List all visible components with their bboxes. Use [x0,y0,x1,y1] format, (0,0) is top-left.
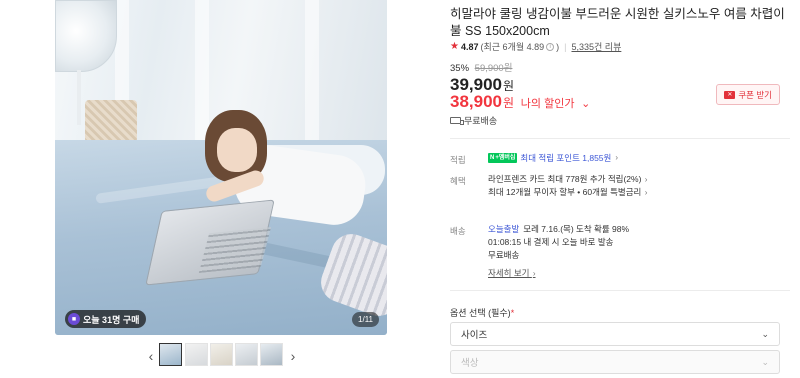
shipping-detail-link[interactable]: 자세히 보기 › [488,267,536,280]
rating-score: 4.87 [460,41,479,52]
shipping-arrival-info: 오늘출발 모레 7.16.(목) 도착 확률 98% [488,223,629,235]
benefit-label: 혜택 [450,176,466,186]
my-price-unit: 원 [503,96,515,110]
installment-benefit-text: 최대 12개월 무이자 할부 • 60개월 특별금리 [488,187,642,197]
free-shipping-info: 무료배송 [450,114,497,127]
option-section-title: 옵션 선택 (필수)* [450,306,514,319]
thumbnail[interactable] [260,343,283,366]
rating-row: ★ 4.87 (최근 6개월 4.89 i ) | 5,335건 리뷰 [450,40,621,53]
chevron-down-icon: ⌄ [761,356,769,367]
price-unit: 원 [503,79,515,93]
free-shipping-text: 무료배송 [464,116,498,126]
discount-row: 35% 59,900원 [450,60,512,74]
photo-fan-pole [77,70,81,125]
truck-icon [450,117,464,125]
thumbnail[interactable] [210,343,233,366]
next-thumbnail-button[interactable]: › [285,347,301,365]
original-price: 59,900원 [474,63,513,74]
shipping-label: 배송 [450,226,466,236]
photo-curtain [305,0,319,160]
today-dispatch-tag: 오늘출발 [488,224,520,234]
dispatch-countdown: 01:08:15 내 결제 시 오늘 바로 발송 [488,237,614,247]
rating-detail-end: ) [556,41,560,52]
required-mark: * [510,308,515,318]
size-select-label: 사이즈 [461,330,488,341]
purchase-count-text: 오늘 31명 구매 [83,314,140,325]
my-discount-price[interactable]: 38,900원 나의 할인가 ⌄ [450,92,590,112]
photo-person-face [217,128,257,172]
chevron-right-icon: › [644,175,648,184]
thumbnail-strip: ‹ › [55,343,387,369]
rating-detail: (최근 6개월 4.89 [480,42,545,52]
card-benefit-text: 라인프렌즈 카드 최대 778원 추가 적립(2%) [488,174,642,184]
my-price-value: 38,900 [450,92,502,111]
coupon-button-label: 쿠폰 받기 [738,89,772,100]
color-select[interactable]: 색상 ⌄ [450,350,780,374]
divider: | [564,41,567,52]
product-gallery: ■ 오늘 31명 구매 1/11 ‹ › [55,0,387,378]
installment-benefit-link[interactable]: 최대 12개월 무이자 할부 • 60개월 특별금리 › [488,186,647,199]
purchase-count-badge: ■ 오늘 31명 구매 [65,310,147,328]
card-benefit-link[interactable]: 라인프렌즈 카드 최대 778원 추가 적립(2%) › [488,173,647,186]
coupon-button[interactable]: ✕ 쿠폰 받기 [716,84,780,105]
divider [450,138,790,139]
shipping-detail-text: 자세히 보기 [488,268,530,278]
prev-thumbnail-button[interactable]: ‹ [143,347,159,365]
star-icon: ★ [450,41,459,52]
reward-label: 적립 [450,155,466,165]
product-title: 히말라야 쿨링 냉감이불 부드러운 시원한 실키스노우 여름 차렵이불 SS 1… [450,7,785,38]
product-info-panel: 히말라야 쿨링 냉감이불 부드러운 시원한 실키스노우 여름 차렵이불 SS 1… [450,0,790,378]
naver-n-icon: N [490,155,495,161]
size-select[interactable]: 사이즈 ⌄ [450,322,780,346]
reward-info[interactable]: N +멤버십 최대 적립 포인트 1,855원 › [488,152,618,164]
shipping-fee: 무료배송 [488,250,520,260]
thumbnail[interactable] [235,343,258,366]
discount-rate: 35% [450,63,470,74]
naver-membership-badge: N +멤버십 [488,153,518,163]
divider [450,290,790,291]
reward-points-text: 최대 적립 포인트 1,855원 [520,153,612,163]
review-count-link[interactable]: 5,335건 리뷰 [571,40,621,53]
color-select-label: 색상 [461,358,479,369]
thumbnail[interactable] [159,343,182,366]
chevron-down-icon: ⌄ [761,328,769,339]
chevron-right-icon: › [532,269,536,278]
main-product-photo[interactable]: ■ 오늘 31명 구매 1/11 [55,0,387,335]
photo-laptop-keyboard [198,226,272,274]
my-price-label: 나의 할인가 [520,98,575,110]
thumbnail[interactable] [185,343,208,366]
arrival-estimate: 모레 7.16.(목) 도착 확률 98% [523,224,630,234]
info-icon[interactable]: i [546,42,555,51]
coupon-icon: ✕ [724,90,736,99]
photo-counter: 1/11 [352,312,379,327]
option-title-text: 옵션 선택 (필수) [450,308,511,318]
chevron-right-icon: › [615,153,619,162]
shopping-bag-icon: ■ [68,313,80,325]
chevron-down-icon: ⌄ [581,98,591,110]
chevron-right-icon: › [644,188,648,197]
membership-badge-text: +멤버십 [495,155,516,161]
